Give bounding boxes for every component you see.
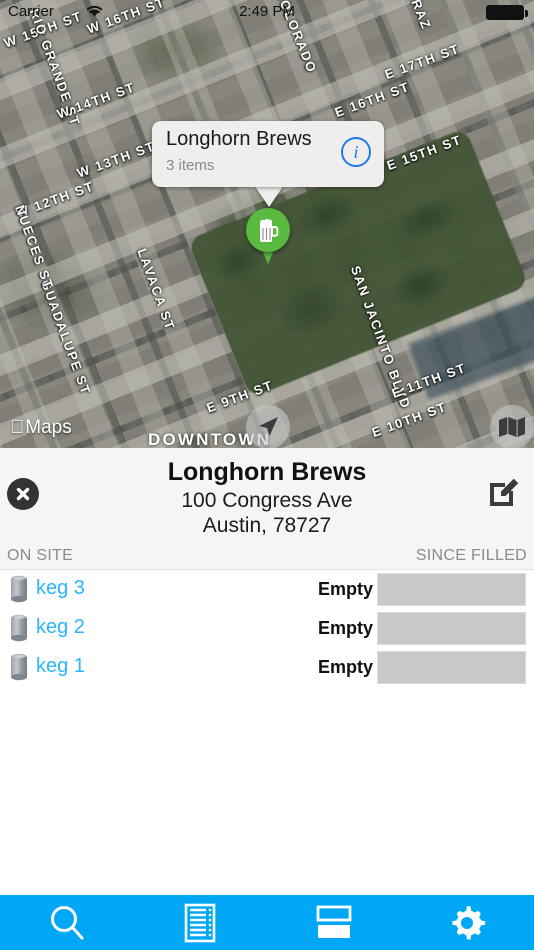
info-icon[interactable]: i <box>341 137 371 167</box>
since-filled-bar <box>377 573 526 606</box>
table-row[interactable]: keg 3 Empty <box>0 570 534 609</box>
clock-label: 2:49 PM <box>239 3 295 20</box>
split-panel-icon <box>316 905 352 938</box>
apple-maps-attribution:  Maps <box>10 417 72 439</box>
callout-subtitle: 3 items <box>166 157 215 174</box>
column-header-since-filled: SINCE FILLED <box>415 547 527 564</box>
since-filled-bar <box>377 651 526 684</box>
since-filled-bar <box>377 612 526 645</box>
beer-mug-icon <box>260 218 279 242</box>
list-column-headers: ON SITE SINCE FILLED <box>0 544 534 570</box>
battery-full-icon <box>486 5 528 20</box>
map-layers-icon[interactable] <box>490 405 534 448</box>
map-pin-longhorn-brews[interactable] <box>246 208 290 266</box>
tab-settings[interactable] <box>401 895 534 950</box>
keg-list: keg 3 Empty keg 2 Empty keg 1 Empty <box>0 570 534 687</box>
callout-tail <box>254 185 284 207</box>
edit-compose-icon[interactable] <box>482 470 526 514</box>
map-view[interactable]: W 15TH ST W 16TH ST E 17TH ST E 16TH ST BRAZ… <box>0 0 534 448</box>
search-icon <box>50 905 84 939</box>
page-title: Longhorn Brews <box>167 458 367 486</box>
keg-link[interactable]: keg 2 <box>36 616 85 639</box>
callout-title: Longhorn Brews <box>166 128 312 150</box>
tab-search[interactable] <box>0 895 134 950</box>
keg-icon <box>11 653 27 681</box>
keg-link[interactable]: keg 1 <box>36 655 85 678</box>
status-badge: Empty <box>317 579 373 599</box>
keg-icon <box>11 614 27 642</box>
status-badge: Empty <box>317 618 373 638</box>
gear-icon <box>452 905 486 939</box>
location-arrow-icon[interactable] <box>246 405 290 448</box>
app-root: W 15TH ST W 16TH ST E 17TH ST E 16TH ST BRAZ… <box>0 0 534 950</box>
tab-split-view[interactable] <box>267 895 401 950</box>
keg-icon <box>11 575 27 603</box>
address-line-1: 100 Congress Ave <box>181 489 353 512</box>
keg-link[interactable]: keg 3 <box>36 577 85 600</box>
detail-header: Longhorn Brews 100 Congress Ave Austin, … <box>0 448 534 544</box>
column-header-on-site: ON SITE <box>7 547 74 564</box>
table-row[interactable]: keg 1 Empty <box>0 648 534 687</box>
table-row[interactable]: keg 2 Empty <box>0 609 534 648</box>
detail-panel: Longhorn Brews 100 Congress Ave Austin, … <box>0 448 534 895</box>
apple-logo-icon:  <box>10 417 24 439</box>
list-document-icon <box>184 903 216 942</box>
tab-list[interactable] <box>134 895 268 950</box>
status-bar: Carrier 2:49 PM <box>0 0 534 24</box>
tab-bar <box>0 895 534 950</box>
close-icon[interactable] <box>7 478 39 510</box>
maps-label: Maps <box>11 417 71 438</box>
map-callout[interactable]: Longhorn Brews 3 items i <box>152 121 384 187</box>
address-line-2: Austin, 78727 <box>202 514 332 537</box>
status-badge: Empty <box>317 657 373 677</box>
